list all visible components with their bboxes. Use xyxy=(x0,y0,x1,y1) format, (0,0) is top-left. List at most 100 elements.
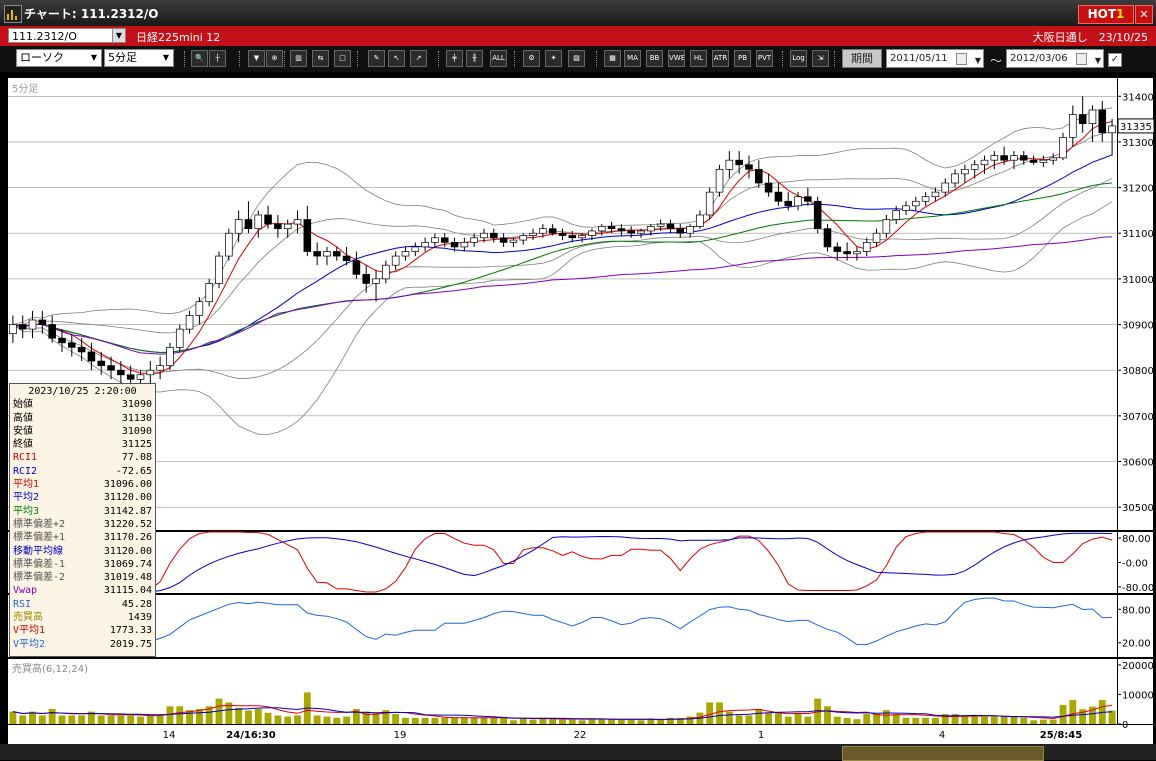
volume-bar xyxy=(402,717,409,724)
price-tick-label: 31000 xyxy=(1122,275,1154,286)
volume-bar xyxy=(372,713,380,724)
price-tick-label: 30500 xyxy=(1122,503,1154,514)
horizontal-scrollbar[interactable] xyxy=(0,744,1156,761)
candle-body xyxy=(921,196,930,202)
info-label: Vwap xyxy=(13,585,38,597)
info-row: 標準偏差+1 31170.26 xyxy=(13,531,152,544)
price-tick-label: 31400 xyxy=(1122,92,1154,103)
info-value: 2019.75 xyxy=(109,638,152,650)
candle-body xyxy=(1069,114,1077,138)
candle-body xyxy=(1088,109,1097,125)
timeframe-caption: 5分足 xyxy=(12,84,39,95)
candle-body xyxy=(323,251,331,257)
volume-bar xyxy=(1000,716,1008,724)
volume-bar xyxy=(176,706,184,724)
volume-bar xyxy=(559,719,566,724)
volume-bar xyxy=(568,719,576,724)
candle-body xyxy=(126,374,135,380)
price-tick-label: 30900 xyxy=(1122,321,1154,332)
candle-body xyxy=(283,223,292,230)
info-row: V平均1 1773.33 xyxy=(13,624,152,637)
volume-bar xyxy=(127,715,135,724)
volume-bar xyxy=(667,717,674,724)
rci-panel xyxy=(8,532,1117,593)
volume-bar xyxy=(333,717,341,724)
candle-body xyxy=(9,324,17,335)
candle-body xyxy=(715,168,724,193)
candle-body xyxy=(902,205,910,211)
volume-bar xyxy=(922,717,930,724)
candle-body xyxy=(725,159,734,170)
candle-body xyxy=(470,237,478,243)
volume-bar xyxy=(519,718,527,724)
volume-bar xyxy=(500,717,508,724)
time-axis-label: 22 xyxy=(574,730,587,741)
info-label: 終値 xyxy=(13,439,33,451)
candle-body xyxy=(303,219,312,252)
volume-bar xyxy=(284,716,292,724)
candle-body xyxy=(607,226,616,230)
volume-bar xyxy=(166,706,174,724)
info-label: 標準偏差+2 xyxy=(13,518,66,530)
candle-body xyxy=(990,155,999,161)
info-value: 31019.48 xyxy=(103,572,152,584)
candle-body xyxy=(97,360,106,366)
volume-bar xyxy=(146,715,154,724)
volume-bar xyxy=(392,713,400,724)
volume-bar xyxy=(833,716,841,724)
volume-bar xyxy=(509,720,517,724)
time-axis-label: 1 xyxy=(758,730,764,741)
info-value: 31069.74 xyxy=(103,558,152,570)
candle-body xyxy=(342,255,351,261)
time-axis-label: 24/16:30 xyxy=(226,730,275,741)
volume-bar xyxy=(804,716,812,724)
volume-bar xyxy=(971,716,979,724)
candle-body xyxy=(1039,159,1048,163)
candle-body xyxy=(28,319,37,330)
price-panel xyxy=(8,78,1117,530)
candle-body xyxy=(440,237,449,243)
volume-bar xyxy=(981,716,988,724)
last-price-label: 31335 xyxy=(1120,122,1152,133)
candle-body xyxy=(558,232,567,236)
candle-body xyxy=(804,196,812,202)
volume-bar xyxy=(784,716,792,724)
info-label: 平均1 xyxy=(13,479,40,491)
volume-bar xyxy=(156,715,164,724)
chart-svg[interactable]: 31400 31300 31200 31100 31000 30900 30800 30700… xyxy=(0,0,1156,744)
volume-bar xyxy=(863,713,871,724)
candle-body xyxy=(48,324,56,339)
candle-body xyxy=(647,226,655,232)
volume-bar xyxy=(627,719,635,724)
candle-body xyxy=(401,251,410,257)
candle-body xyxy=(87,351,96,362)
candle-body xyxy=(813,200,822,230)
candle-body xyxy=(539,228,547,234)
volume-bar xyxy=(657,719,665,724)
info-label: 平均3 xyxy=(13,505,40,517)
candle-body xyxy=(833,246,842,252)
volume-bar xyxy=(58,715,66,724)
candle-body xyxy=(68,342,76,348)
candle-body xyxy=(882,219,891,234)
info-row: RSI 45.28 xyxy=(13,598,152,611)
volume-bar xyxy=(490,717,498,724)
candle-body xyxy=(1078,114,1087,125)
volume-bar xyxy=(892,713,900,724)
info-value: 31142.87 xyxy=(103,505,152,517)
volume-bar xyxy=(873,713,880,724)
info-label: 標準偏差-2 xyxy=(13,572,66,584)
candle-body xyxy=(872,232,881,243)
info-datetime: 2023/10/25 2:20:00 xyxy=(28,386,137,397)
candle-body xyxy=(77,347,86,353)
candle-body xyxy=(1098,109,1107,134)
volume-bar xyxy=(637,720,645,724)
candle-body xyxy=(38,319,47,325)
scrollbar-thumb[interactable] xyxy=(842,746,1044,761)
info-row: 標準偏差-2 31019.48 xyxy=(13,571,152,584)
candle-body xyxy=(1029,159,1038,163)
candle-body xyxy=(980,159,989,166)
candle-body xyxy=(362,273,371,284)
candle-body xyxy=(166,347,174,366)
candle-body xyxy=(764,182,773,193)
